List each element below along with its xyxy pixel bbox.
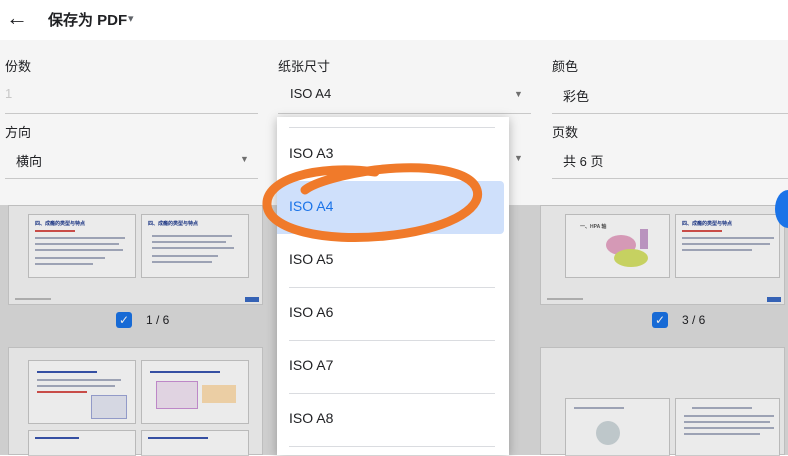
toolbar: ← 保存为 PDF ▾ bbox=[0, 0, 788, 40]
menu-divider bbox=[289, 446, 495, 447]
menu-item-label: ISO A6 bbox=[289, 304, 334, 320]
destination-title[interactable]: 保存为 PDF bbox=[48, 9, 127, 30]
chevron-down-icon[interactable]: ▼ bbox=[240, 154, 249, 164]
menu-item-label: ISO A8 bbox=[289, 410, 334, 426]
chevron-down-icon: ▼ bbox=[514, 153, 523, 163]
menu-item-label: ISO A3 bbox=[289, 145, 334, 161]
copies-label: 份数 bbox=[5, 59, 32, 74]
chevron-down-icon[interactable]: ▾ bbox=[128, 12, 134, 25]
chevron-down-icon[interactable]: ▼ bbox=[514, 89, 523, 99]
copies-input[interactable]: 1 bbox=[5, 86, 12, 101]
orientation-select[interactable]: 横向 bbox=[16, 151, 42, 170]
paper-size-label: 纸张尺寸 bbox=[278, 59, 331, 74]
menu-item-iso-a3[interactable]: ISO A3 bbox=[277, 128, 509, 181]
paper-size-underline bbox=[278, 113, 531, 114]
menu-item-label: ISO A5 bbox=[289, 251, 334, 267]
menu-item-iso-a7[interactable]: ISO A7 bbox=[277, 340, 509, 393]
paper-size-dropdown-menu: ISO A3 ISO A4 ISO A5 ISO A6 ISO A7 ISO A… bbox=[277, 117, 509, 455]
orientation-underline bbox=[5, 178, 258, 179]
menu-item-iso-a5[interactable]: ISO A5 bbox=[277, 234, 509, 287]
menu-item-iso-a4[interactable]: ISO A4 bbox=[277, 181, 509, 234]
menu-item-label: ISO A4 bbox=[289, 198, 334, 214]
color-underline bbox=[552, 113, 788, 114]
orientation-label: 方向 bbox=[5, 125, 32, 140]
copies-underline bbox=[5, 113, 258, 114]
pages-underline bbox=[552, 178, 788, 179]
pages-label: 页数 bbox=[552, 125, 579, 140]
color-select[interactable]: 彩色 bbox=[563, 86, 589, 105]
color-label: 颜色 bbox=[552, 59, 579, 74]
paper-size-select[interactable]: ISO A4 bbox=[290, 86, 331, 101]
arrow-left-icon[interactable]: ← bbox=[6, 6, 28, 30]
menu-item-iso-a6[interactable]: ISO A6 bbox=[277, 287, 509, 340]
menu-item-iso-a8[interactable]: ISO A8 bbox=[277, 393, 509, 446]
menu-item-label: ISO A7 bbox=[289, 357, 334, 373]
pages-select[interactable]: 共 6 页 bbox=[563, 151, 603, 170]
